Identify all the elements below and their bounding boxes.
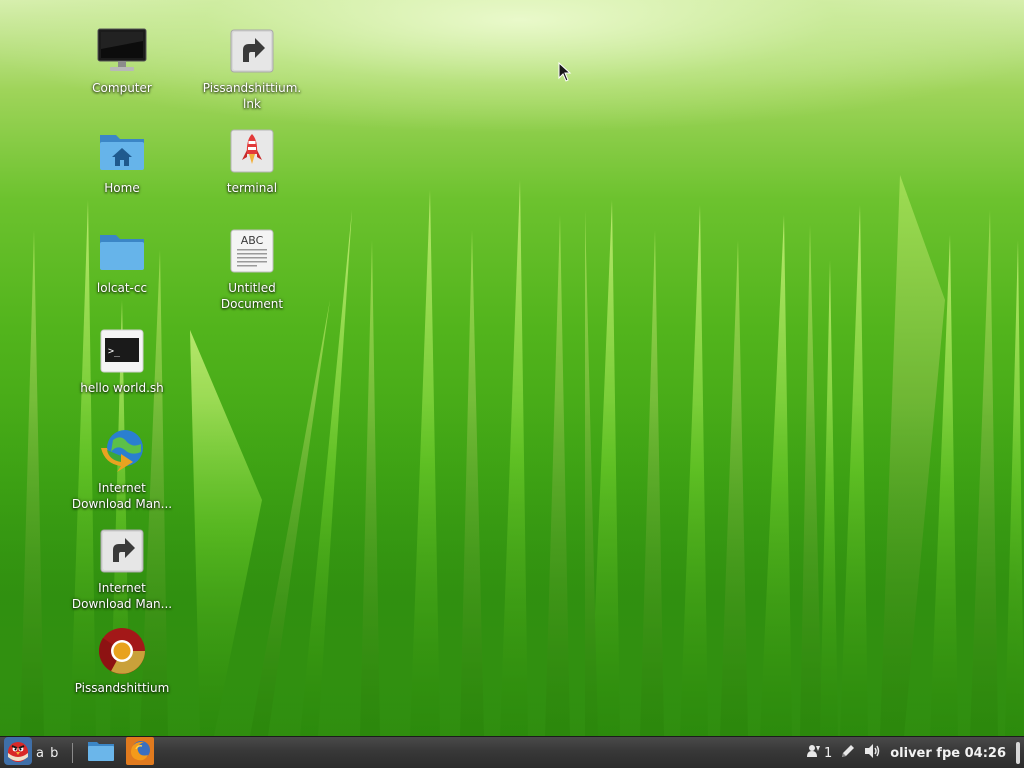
- speaker-icon: [864, 743, 882, 763]
- people-icon: [806, 743, 822, 763]
- shortcut-arrow-icon: [227, 26, 277, 76]
- folder-icon: [87, 740, 115, 766]
- desktop-icon-label: Untitled Document: [220, 281, 284, 311]
- volume-control[interactable]: [864, 743, 882, 763]
- desktop-icon-terminal[interactable]: terminal: [192, 126, 312, 196]
- document-icon-text: ABC: [241, 234, 264, 247]
- desktop-icon-label: Internet Download Man...: [71, 581, 173, 611]
- desktop-icon-home[interactable]: Home: [62, 126, 182, 196]
- main-menu-label: a b: [36, 745, 60, 761]
- bottom-panel: a b 1 oliver fpe 04:26: [0, 736, 1024, 768]
- text-document-icon: ABC: [227, 226, 277, 276]
- chromium-icon: [97, 626, 147, 676]
- folder-icon: [97, 226, 147, 276]
- desktop-icon-hello-world-sh[interactable]: >_ hello world.sh: [62, 326, 182, 396]
- user-clock[interactable]: oliver fpe 04:26: [890, 746, 1006, 761]
- monitor-icon: [97, 26, 147, 76]
- panel-separator: [72, 743, 73, 763]
- desktop-icon-label: hello world.sh: [80, 381, 164, 395]
- desktop-icon-internet-download-manager-link[interactable]: Internet Download Man...: [62, 526, 182, 612]
- desktop-icon-label: Pissandshittium. lnk: [202, 81, 302, 111]
- desktop-icon-pissandshittium-lnk[interactable]: Pissandshittium. lnk: [192, 26, 312, 112]
- desktop-icon-lolcat-cc[interactable]: lolcat-cc: [62, 226, 182, 296]
- desktop-icon-internet-download-manager[interactable]: Internet Download Man...: [62, 426, 182, 512]
- desktop-icon-label: Home: [104, 181, 140, 195]
- desktop-icon-label: lolcat-cc: [96, 281, 148, 295]
- desktop-icon-label: Computer: [92, 81, 152, 95]
- svg-text:>_: >_: [108, 346, 121, 357]
- system-tray: 1 oliver fpe 04:26: [806, 737, 1024, 768]
- notification-count: 1: [823, 745, 833, 761]
- home-folder-icon: [97, 126, 147, 176]
- pen-icon: [840, 743, 856, 763]
- launcher-file-manager[interactable]: [86, 740, 116, 766]
- desktop-icon-untitled-document[interactable]: ABC Untitled Document: [192, 226, 312, 312]
- desktop-icon-label: terminal: [226, 181, 278, 195]
- panel-drag-handle[interactable]: [1016, 742, 1020, 764]
- main-menu-button[interactable]: a b: [4, 737, 60, 768]
- firefox-icon: [126, 737, 154, 768]
- shortcut-arrow-icon: [97, 526, 147, 576]
- notifications-indicator[interactable]: 1: [806, 743, 832, 763]
- user-and-clock-text: oliver fpe 04:26: [890, 745, 1006, 761]
- angry-bird-menu-icon: [4, 737, 32, 768]
- network-indicator[interactable]: [840, 743, 856, 763]
- mouse-pointer-icon: [558, 61, 572, 86]
- desktop-icon-label: Internet Download Man...: [71, 481, 173, 511]
- desktop-icon-computer[interactable]: Computer: [62, 26, 182, 96]
- rocket-launcher-icon: [227, 126, 277, 176]
- desktop-icon-pissandshittium[interactable]: Pissandshittium: [62, 626, 182, 696]
- desktop-icon-label: Pissandshittium: [74, 681, 170, 695]
- idm-globe-icon: [97, 426, 147, 476]
- launcher-firefox[interactable]: [125, 737, 155, 768]
- terminal-script-icon: >_: [97, 326, 147, 376]
